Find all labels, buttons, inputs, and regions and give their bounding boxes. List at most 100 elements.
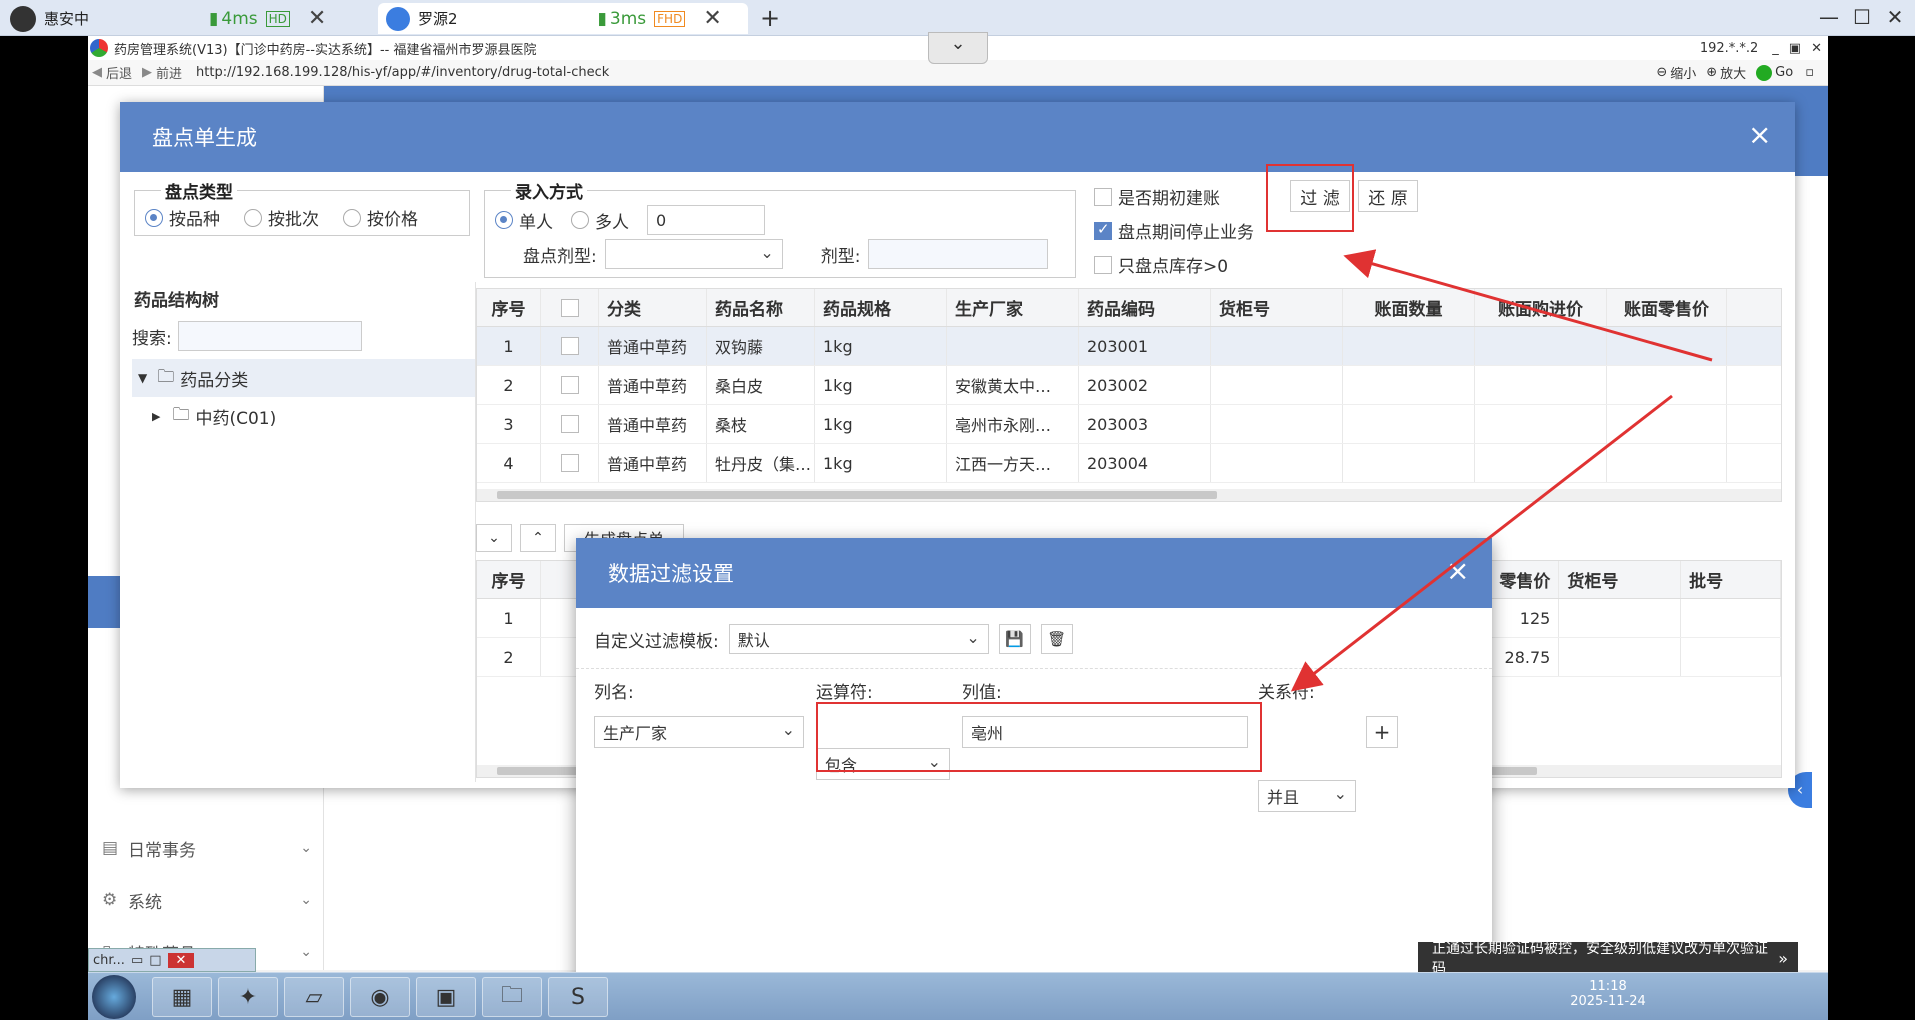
folder-icon: 🗀 (157, 366, 175, 387)
zoom-in-button[interactable]: 放大 (1720, 63, 1746, 82)
close-icon[interactable]: ✕ (308, 6, 326, 31)
add-condition-button[interactable]: + (1366, 716, 1398, 748)
app-logo-icon[interactable]: S (548, 977, 608, 1017)
row-checkbox[interactable] (541, 444, 599, 482)
zoom-in-icon[interactable]: ⊕ (1706, 65, 1717, 80)
move-up-button[interactable]: ⌃ (520, 524, 556, 552)
move-down-button[interactable]: ⌄ (476, 524, 512, 552)
back-button[interactable]: 后退 (106, 63, 132, 82)
table-row[interactable]: 3 普通中草药 桑枝 1kg 亳州市永刚… 203003 (477, 405, 1781, 444)
minimize-icon[interactable]: — (1812, 2, 1846, 32)
zoom-out-button[interactable]: 缩小 (1670, 63, 1696, 82)
highlight-box (816, 702, 1262, 772)
restore-icon[interactable]: ▭ (131, 953, 143, 968)
table-cell (1559, 638, 1682, 676)
forward-button[interactable]: 前进 (156, 63, 182, 82)
sidebar-item-daily[interactable]: ▤ 日常事务 ⌄ (102, 828, 312, 868)
check-stock-positive[interactable]: 只盘点库存>0 (1094, 252, 1254, 277)
radio-by-batch[interactable]: 按批次 (244, 205, 319, 230)
entry-mode-group: 录入方式 单人 多人 0 盘点剂型: ⌄ 剂型: (484, 178, 1076, 278)
table-row[interactable]: 4 普通中草药 牡丹皮（集… 1kg 江西一方天… 203004 (477, 444, 1781, 483)
tree-search-input[interactable] (177, 321, 362, 351)
table-cell (1475, 444, 1607, 482)
radio-by-price[interactable]: 按价格 (343, 205, 418, 230)
toolbar-toggle-icon[interactable]: ⌄ (928, 32, 988, 64)
row-checkbox[interactable] (541, 405, 599, 443)
go-button[interactable]: Go (1775, 65, 1793, 80)
relation-select[interactable]: 并且 ⌄ (1258, 780, 1356, 812)
radio-single[interactable]: 单人 (495, 208, 553, 233)
remote-tab-1[interactable]: 惠安中 ▮ 4ms HD ✕ (10, 3, 370, 34)
minimized-window[interactable]: chr... ▭ □ ✕ (88, 948, 256, 972)
window-name: chr... (93, 952, 125, 968)
minimize-icon[interactable]: _ (1772, 41, 1779, 56)
close-window-icon[interactable]: ✕ (1878, 2, 1912, 32)
tree-node-child[interactable]: ▶ 🗀 中药(C01) (132, 397, 475, 435)
tree-node-root[interactable]: ▼ 🗀 药品分类 (132, 359, 475, 397)
horizontal-scrollbar[interactable] (477, 489, 1781, 501)
close-icon[interactable]: ✕ (167, 952, 195, 968)
clock-time: 11:18 (1589, 979, 1627, 994)
close-icon[interactable]: ✕ (1811, 41, 1822, 56)
search-label: 搜索: (132, 328, 172, 349)
remote-tab-2[interactable]: 罗源2 ▮ 3ms FHD ✕ (378, 3, 748, 34)
table-cell: 普通中草药 (599, 327, 707, 365)
menu-icon[interactable]: ▫ (1805, 65, 1814, 80)
delete-template-icon[interactable]: 🗑 (1040, 624, 1073, 654)
system-clock[interactable]: 11:18 2025-11-24 (1568, 979, 1648, 1009)
table-cell (1607, 405, 1727, 443)
restore-button[interactable]: 还 原 (1358, 180, 1418, 212)
double-chevron-icon[interactable]: » (1778, 949, 1788, 968)
select-all-checkbox[interactable] (541, 289, 599, 326)
new-tab-icon[interactable]: + (760, 4, 780, 32)
compass-icon[interactable]: ✦ (218, 977, 278, 1017)
restore-icon[interactable]: ▣ (1789, 41, 1801, 56)
table-cell: 203002 (1079, 366, 1211, 404)
radio-by-variety[interactable]: 按品种 (145, 205, 220, 230)
back-icon[interactable]: ◀ (92, 65, 102, 80)
maximize-icon[interactable]: ☐ (1845, 2, 1879, 32)
save-template-icon[interactable]: 💾 (998, 624, 1031, 654)
monitor-icon[interactable]: ▣ (416, 977, 476, 1017)
count-input[interactable]: 0 (647, 205, 765, 235)
sidebar-item-system[interactable]: ⚙ 系统 ⌄ (102, 880, 312, 920)
tree-node-label: 中药(C01) (195, 408, 277, 429)
table-cell (1607, 366, 1727, 404)
zoom-out-icon[interactable]: ⊖ (1656, 65, 1667, 80)
highlight-box (1266, 164, 1354, 232)
table-header: 序号 分类 药品名称 药品规格 生产厂家 药品编码 货柜号 账面数量 账面购进价… (477, 289, 1781, 327)
column-header: 零售价 (1499, 561, 1560, 598)
table-cell: 江西一方天… (947, 444, 1079, 482)
tree-title: 药品结构树 (134, 291, 219, 311)
table-cell: 203003 (1079, 405, 1211, 443)
notepad-icon[interactable]: ▱ (284, 977, 344, 1017)
folder-icon[interactable]: 🗀 (482, 977, 542, 1017)
dialog-header: 盘点单生成 × (120, 102, 1795, 172)
url-input[interactable]: http://192.168.199.128/his-yf/app/#/inve… (196, 65, 609, 80)
radio-multi[interactable]: 多人 (571, 208, 629, 233)
column-header: 批号 (1681, 561, 1781, 598)
row-checkbox[interactable] (541, 327, 599, 365)
close-icon[interactable]: × (1446, 554, 1469, 587)
table-row[interactable]: 1 普通中草药 双钩藤 1kg 203001 (477, 327, 1781, 366)
check-stop-business[interactable]: 盘点期间停止业务 (1094, 218, 1254, 243)
table-row[interactable]: 2 普通中草药 桑白皮 1kg 安徽黄太中… 203002 (477, 366, 1781, 405)
relation-label: 关系符: (1258, 683, 1315, 703)
dosage-select[interactable]: ⌄ (604, 239, 783, 269)
form-input[interactable] (868, 239, 1049, 269)
table-cell (1681, 638, 1781, 676)
quality-badge: FHD (654, 10, 686, 27)
column-name-select[interactable]: 生产厂家 ⌄ (594, 716, 804, 748)
forward-icon[interactable]: ▶ (142, 65, 152, 80)
close-icon[interactable]: ✕ (703, 6, 721, 31)
maximize-icon[interactable]: □ (149, 953, 161, 968)
template-select[interactable]: 默认 ⌄ (728, 624, 989, 654)
check-initial-account[interactable]: 是否期初建账 (1094, 184, 1254, 209)
close-icon[interactable]: × (1748, 118, 1771, 151)
start-button[interactable] (92, 975, 136, 1019)
database-icon[interactable]: ▦ (152, 977, 212, 1017)
gear-icon: ⚙ (102, 890, 118, 910)
sidebar-item-label: 系统 (128, 892, 162, 913)
chrome-icon[interactable]: ◉ (350, 977, 410, 1017)
row-checkbox[interactable] (541, 366, 599, 404)
